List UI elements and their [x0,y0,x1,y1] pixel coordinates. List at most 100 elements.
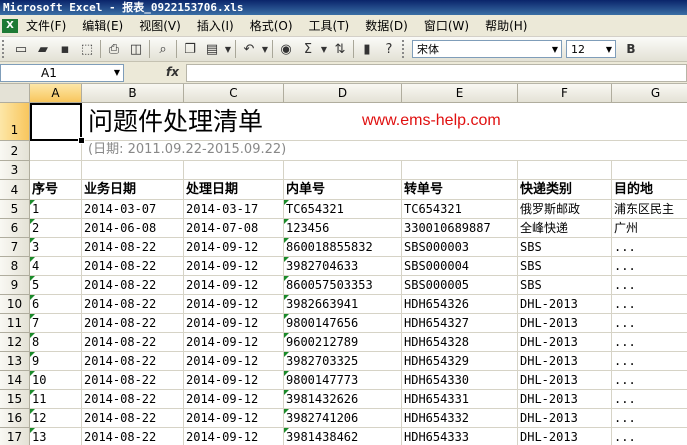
copy-icon[interactable]: ❐ [179,38,201,60]
paste-dropdown-icon[interactable]: ▼ [223,38,233,60]
hyperlink-icon[interactable]: ◉ [275,38,297,60]
cell[interactable] [30,161,82,180]
table-cell[interactable]: DHL-2013 [518,352,612,371]
row-header[interactable]: 6 [0,219,30,238]
table-cell[interactable]: HDH654330 [402,371,518,390]
table-cell[interactable]: ... [612,333,687,352]
chevron-down-icon[interactable]: ▼ [114,65,120,81]
table-cell[interactable]: 3981432626 [284,390,402,409]
table-cell[interactable]: 1 [30,200,82,219]
menu-window[interactable]: 窗口(W) [424,17,469,34]
chart-icon[interactable]: ▮ [356,38,378,60]
table-cell[interactable]: 123456 [284,219,402,238]
table-cell[interactable]: 2014-09-12 [184,333,284,352]
cell[interactable] [402,161,518,180]
row-header[interactable]: 5 [0,200,30,219]
table-cell[interactable]: 2 [30,219,82,238]
toolbar-grip[interactable] [402,40,408,58]
table-cell[interactable]: HDH654331 [402,390,518,409]
table-cell[interactable]: 3 [30,238,82,257]
table-cell[interactable]: 2014-09-12 [184,314,284,333]
row-header[interactable]: 15 [0,390,30,409]
table-cell[interactable]: 2014-07-08 [184,219,284,238]
table-cell[interactable]: 3982741206 [284,409,402,428]
row-header[interactable]: 10 [0,295,30,314]
table-cell[interactable]: HDH654326 [402,295,518,314]
table-cell[interactable]: SBS [518,238,612,257]
table-cell[interactable]: ... [612,352,687,371]
table-cell[interactable]: 3981438462 [284,428,402,445]
table-cell[interactable]: 9800147773 [284,371,402,390]
table-cell[interactable]: 2014-08-22 [82,314,184,333]
print-preview-icon[interactable]: ◫ [125,38,147,60]
header-cell[interactable]: 内单号 [284,180,402,200]
cell[interactable] [518,161,612,180]
menu-data[interactable]: 数据(D) [365,17,408,34]
menu-insert[interactable]: 插入(I) [197,17,234,34]
column-header-e[interactable]: E [402,84,518,103]
new-icon[interactable]: ▭ [10,38,32,60]
menu-edit[interactable]: 编辑(E) [82,17,123,34]
header-cell[interactable]: 处理日期 [184,180,284,200]
row-header[interactable]: 11 [0,314,30,333]
table-cell[interactable]: 2014-08-22 [82,409,184,428]
save-icon[interactable]: ▪ [54,38,76,60]
column-header-g[interactable]: G [612,84,687,103]
active-cell-border[interactable] [30,103,82,141]
row-header[interactable]: 17 [0,428,30,445]
table-cell[interactable]: 10 [30,371,82,390]
table-cell[interactable]: 2014-08-22 [82,276,184,295]
research-icon[interactable]: ⌕ [152,38,174,60]
table-cell[interactable]: 2014-08-22 [82,257,184,276]
menu-format[interactable]: 格式(O) [250,17,293,34]
menu-help[interactable]: 帮助(H) [485,17,527,34]
table-cell[interactable]: HDH654329 [402,352,518,371]
cell[interactable] [284,161,402,180]
autosum-dropdown-icon[interactable]: ▼ [319,38,329,60]
menu-tools[interactable]: 工具(T) [309,17,350,34]
table-cell[interactable]: HDH654327 [402,314,518,333]
table-cell[interactable]: 广州 [612,219,687,238]
column-header-c[interactable]: C [184,84,284,103]
autosum-icon[interactable]: Σ [297,38,319,60]
row-header[interactable]: 14 [0,371,30,390]
header-cell[interactable]: 转单号 [402,180,518,200]
fill-handle[interactable] [78,137,85,144]
table-cell[interactable]: ... [612,390,687,409]
row-header[interactable]: 8 [0,257,30,276]
open-icon[interactable]: ▰ [32,38,54,60]
column-header-f[interactable]: F [518,84,612,103]
undo-dropdown-icon[interactable]: ▼ [260,38,270,60]
table-cell[interactable]: 12 [30,409,82,428]
table-cell[interactable]: 13 [30,428,82,445]
row-header[interactable]: 9 [0,276,30,295]
table-cell[interactable]: 7 [30,314,82,333]
table-cell[interactable]: 2014-09-12 [184,238,284,257]
table-cell[interactable]: 俄罗斯邮政 [518,200,612,219]
select-all-corner[interactable] [0,84,30,103]
table-cell[interactable]: HDH654328 [402,333,518,352]
table-cell[interactable]: 2014-08-22 [82,390,184,409]
table-cell[interactable]: SBS [518,257,612,276]
table-cell[interactable]: ... [612,295,687,314]
print-icon[interactable]: ⎙ [103,38,125,60]
table-cell[interactable]: ... [612,257,687,276]
table-cell[interactable]: DHL-2013 [518,371,612,390]
table-cell[interactable]: 2014-09-12 [184,371,284,390]
table-cell[interactable]: SBS000005 [402,276,518,295]
font-name-combobox[interactable]: 宋体 ▼ [412,40,562,58]
table-cell[interactable]: DHL-2013 [518,409,612,428]
table-cell[interactable]: 4 [30,257,82,276]
table-cell[interactable]: 2014-08-22 [82,238,184,257]
table-cell[interactable]: ... [612,409,687,428]
table-cell[interactable]: SBS000003 [402,238,518,257]
table-cell[interactable]: 2014-03-17 [184,200,284,219]
table-cell[interactable]: 2014-08-22 [82,333,184,352]
table-cell[interactable]: 2014-09-12 [184,390,284,409]
table-cell[interactable]: HDH654332 [402,409,518,428]
column-header-b[interactable]: B [82,84,184,103]
table-cell[interactable]: 2014-03-07 [82,200,184,219]
table-cell[interactable]: ... [612,314,687,333]
table-cell[interactable]: 6 [30,295,82,314]
table-cell[interactable]: 3982703325 [284,352,402,371]
